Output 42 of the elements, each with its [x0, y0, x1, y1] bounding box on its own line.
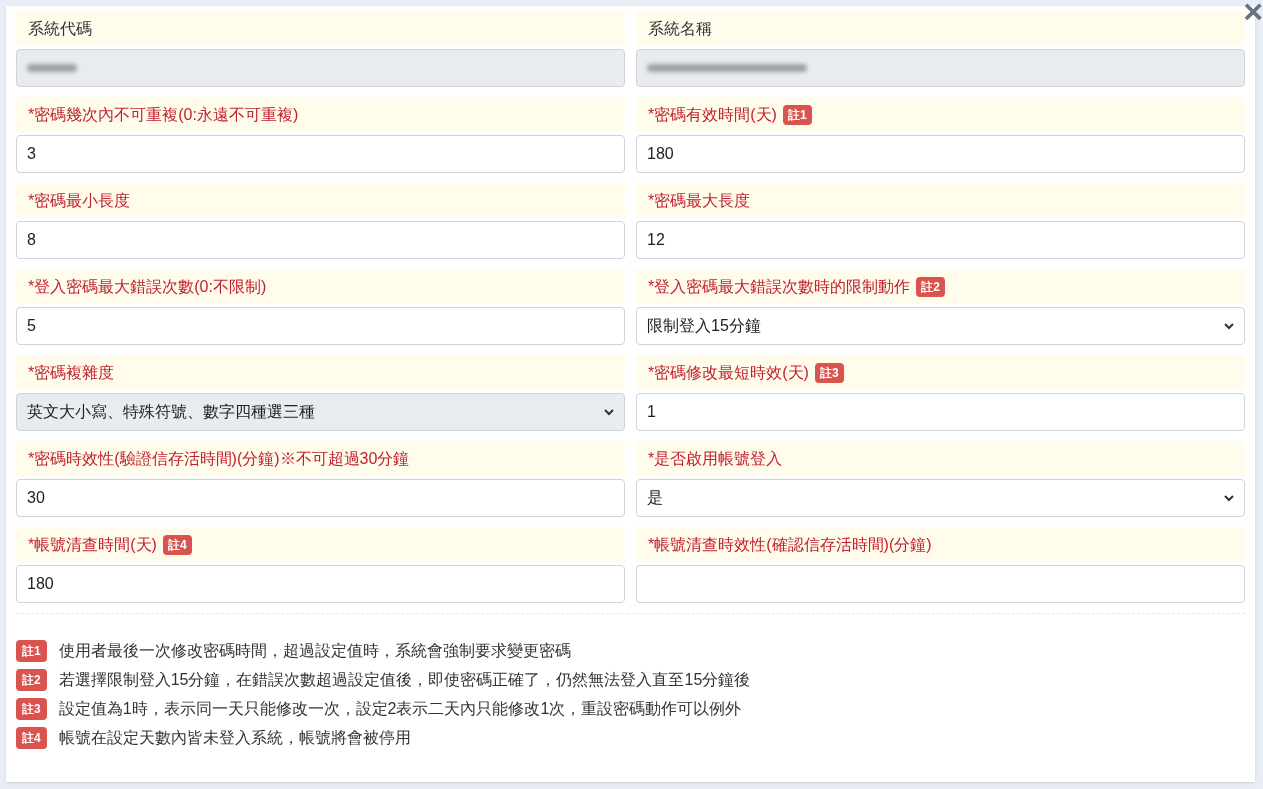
- note-badge: 註2: [916, 276, 945, 297]
- input-field[interactable]: 1: [636, 393, 1245, 431]
- input-field[interactable]: 12: [636, 221, 1245, 259]
- field-label: *密碼最大長度: [648, 190, 751, 211]
- note-badge: 註1: [16, 640, 47, 662]
- field-label: 系統名稱: [648, 18, 712, 39]
- note-badge: 註4: [16, 727, 47, 749]
- note-badge: 註1: [782, 104, 812, 125]
- dropdown[interactable]: 是: [636, 479, 1245, 517]
- caret-icon: [1224, 494, 1234, 502]
- field-label: *密碼幾次內不可重複(0:永遠不可重複): [28, 104, 299, 125]
- note-text: 使用者最後一次修改密碼時間，超過設定值時，系統會強制要求變更密碼: [58, 641, 571, 661]
- input-field[interactable]: [636, 565, 1245, 603]
- close-button[interactable]: ×: [1243, 0, 1263, 28]
- field-label: *是否啟用帳號登入: [648, 448, 783, 469]
- field-label: *密碼最小長度: [28, 190, 131, 211]
- dropdown[interactable]: 限制登入15分鐘: [636, 307, 1245, 345]
- note-text: 設定值為1時，表示同一天只能修改一次，設定2表示二天內只能修改1次，重設密碼動作可以例外: [58, 699, 742, 719]
- caret-icon: [604, 408, 614, 416]
- field-label: 系統代碼: [28, 18, 92, 39]
- field-label: *帳號清查時效性(確認信存活時間)(分鐘): [648, 534, 932, 555]
- input-field[interactable]: 5: [16, 307, 625, 345]
- note-badge: 註2: [16, 669, 47, 691]
- note-badge: 註3: [814, 362, 844, 383]
- input-field[interactable]: 8: [16, 221, 625, 259]
- input-field[interactable]: 180: [16, 565, 625, 603]
- field-label: *密碼修改最短時效(天): [648, 362, 809, 383]
- blur-drawing: [27, 61, 77, 75]
- field-label: *登入密碼最大錯誤次數(0:不限制): [28, 276, 267, 297]
- field-label: *密碼時效性(驗證信存活時間)(分鐘)※不可超過30分鐘: [28, 448, 410, 469]
- note-badge: 註4: [162, 534, 192, 555]
- field-label: *密碼有效時間(天): [648, 104, 777, 125]
- field-label: *密碼複雜度: [28, 362, 115, 383]
- field-label: *登入密碼最大錯誤次數時的限制動作: [648, 276, 911, 297]
- input-field[interactable]: 180: [636, 135, 1245, 173]
- input-field[interactable]: 3: [16, 135, 625, 173]
- note-text: 若選擇限制登入15分鐘，在錯誤次數超過設定值後，即使密碼正確了，仍然無法登入直至15分鐘後: [58, 670, 751, 690]
- note-text: 帳號在設定天數內皆未登入系統，帳號將會被停用: [58, 728, 411, 748]
- caret-icon: [1224, 322, 1234, 330]
- note-badge: 註3: [16, 698, 47, 720]
- field-label: *帳號清查時間(天): [28, 534, 157, 555]
- input-field[interactable]: 30: [16, 479, 625, 517]
